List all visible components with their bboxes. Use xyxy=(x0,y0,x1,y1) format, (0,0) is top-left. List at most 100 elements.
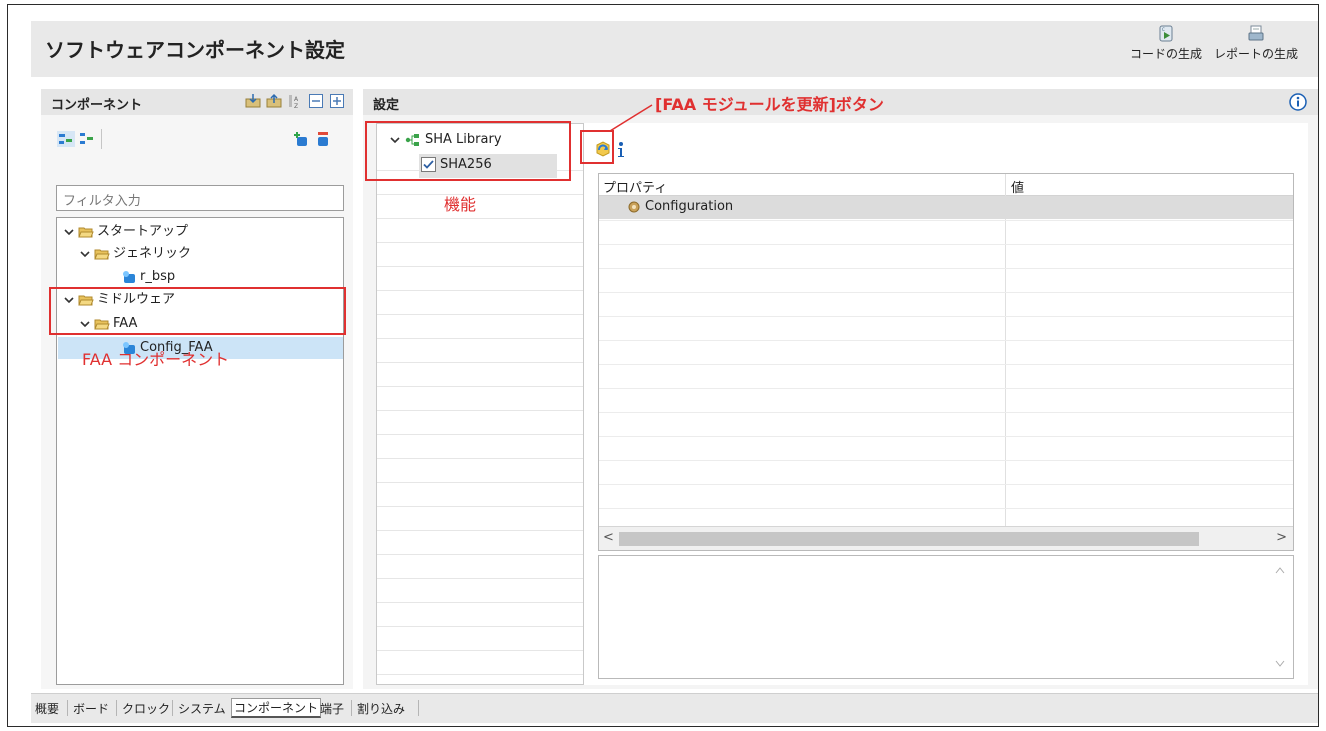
tab-divider xyxy=(67,700,68,716)
sort-icon[interactable]: AZ xyxy=(287,93,303,109)
row-divider xyxy=(377,218,583,219)
annotation-leader-line xyxy=(609,104,653,132)
property-name: Configuration xyxy=(645,199,734,214)
chevron-down-icon[interactable] xyxy=(63,226,75,238)
generate-report-button[interactable]: レポートの生成 xyxy=(1211,25,1301,62)
tab-component[interactable]: コンポーネント xyxy=(231,698,322,718)
row-divider xyxy=(599,292,1293,293)
generate-report-label: レポートの生成 xyxy=(1213,47,1298,61)
row-divider xyxy=(377,554,583,555)
row-divider xyxy=(599,364,1293,365)
generate-code-icon: C xyxy=(1159,25,1173,42)
scroll-right-icon[interactable]: > xyxy=(1276,530,1287,545)
svg-text:A: A xyxy=(294,96,299,103)
row-divider xyxy=(599,388,1293,389)
generate-code-label: コードの生成 xyxy=(1129,47,1202,61)
column-header-property: プロパティ xyxy=(603,181,668,196)
tab-divider xyxy=(351,700,352,716)
row-divider xyxy=(377,626,583,627)
generate-report-icon xyxy=(1248,25,1264,41)
scroll-left-icon[interactable]: < xyxy=(603,530,614,545)
faa-component-highlight xyxy=(49,287,346,335)
update-button-annotation: [FAA モジュールを更新]ボタン xyxy=(655,95,884,114)
generate-code-button[interactable]: C コードの生成 xyxy=(1126,25,1206,62)
column-header-value: 値 xyxy=(1011,181,1025,196)
scrollbar-thumb[interactable] xyxy=(619,532,1199,546)
row-divider xyxy=(377,338,583,339)
info-small-icon[interactable] xyxy=(615,141,627,159)
row-divider xyxy=(599,436,1293,437)
row-divider xyxy=(377,482,583,483)
tab-system[interactable]: システム xyxy=(178,700,226,717)
row-divider xyxy=(377,434,583,435)
row-divider xyxy=(377,242,583,243)
row-divider xyxy=(599,268,1293,269)
row-divider xyxy=(599,220,1293,221)
row-divider xyxy=(599,508,1293,509)
function-tree: SHA Library SHA256 xyxy=(376,123,584,685)
function-annotation: 機能 xyxy=(444,195,477,214)
folder-open-icon xyxy=(78,227,94,237)
export-icon[interactable] xyxy=(266,93,282,109)
scroll-up-icon[interactable] xyxy=(1275,566,1285,574)
horizontal-scrollbar[interactable]: < > xyxy=(599,526,1293,550)
folder-open-icon xyxy=(94,249,110,259)
tab-overview[interactable]: 概要 xyxy=(35,700,59,717)
remove-component-icon[interactable] xyxy=(315,131,331,147)
row-divider xyxy=(377,410,583,411)
row-divider xyxy=(377,506,583,507)
row-divider xyxy=(377,578,583,579)
gear-icon xyxy=(628,201,640,213)
tab-pins[interactable]: 端子 xyxy=(320,700,344,717)
tree-node-label: r_bsp xyxy=(140,269,176,284)
row-divider xyxy=(377,290,583,291)
components-body: フィルタ入力 スタートアップ ジェネリック r_bsp ミドルウェア FAA C… xyxy=(41,115,353,689)
components-toolbar: AZ xyxy=(245,93,345,109)
category-view-icon[interactable] xyxy=(79,131,95,147)
update-button-highlight xyxy=(580,130,614,164)
expand-all-icon[interactable] xyxy=(329,93,345,109)
faa-component-annotation: FAA コンポーネント xyxy=(82,350,230,369)
row-divider xyxy=(377,458,583,459)
tab-divider xyxy=(418,700,419,716)
svg-text:Z: Z xyxy=(294,103,298,109)
view-toolbar xyxy=(57,129,337,151)
info-icon[interactable] xyxy=(1289,93,1307,111)
scroll-down-icon[interactable] xyxy=(1275,660,1285,668)
property-table: プロパティ 値 Configuration < > xyxy=(598,173,1294,551)
row-divider xyxy=(377,314,583,315)
tree-node-r-bsp[interactable]: r_bsp xyxy=(121,266,175,288)
components-panel-header: コンポーネント AZ xyxy=(41,89,353,115)
chevron-down-icon[interactable] xyxy=(79,248,91,260)
row-divider xyxy=(377,362,583,363)
tree-node-label: スタートアップ xyxy=(97,224,189,239)
bottom-tab-bar: 概要 ボード クロック システム コンポーネント 端子 割り込み xyxy=(31,693,1318,723)
row-divider xyxy=(377,386,583,387)
tab-clock[interactable]: クロック xyxy=(122,700,170,717)
title-bar: ソフトウェアコンポーネント設定 C コードの生成 レポートの生成 xyxy=(31,21,1318,77)
type-view-icon[interactable] xyxy=(57,131,75,147)
svg-text:C: C xyxy=(1162,27,1165,32)
row-divider xyxy=(377,602,583,603)
components-panel: コンポーネント AZ フィルタ入力 スタートアップ ジェネリック r_bsp ミ… xyxy=(41,89,353,689)
component-icon xyxy=(123,271,135,283)
tree-node-startup[interactable]: スタートアップ xyxy=(63,221,188,243)
column-divider xyxy=(1005,174,1006,526)
property-area: プロパティ 値 Configuration < > xyxy=(584,123,1308,685)
tab-board[interactable]: ボード xyxy=(73,700,109,717)
settings-header-label: 設定 xyxy=(373,98,400,113)
tree-node-generic[interactable]: ジェネリック xyxy=(79,243,191,265)
import-icon[interactable] xyxy=(245,93,261,109)
row-divider xyxy=(599,460,1293,461)
tab-interrupts[interactable]: 割り込み xyxy=(357,700,405,717)
description-box xyxy=(598,555,1294,679)
row-divider xyxy=(599,244,1293,245)
collapse-all-icon[interactable] xyxy=(308,93,324,109)
table-row[interactable]: Configuration xyxy=(599,196,1293,219)
components-header-label: コンポーネント xyxy=(51,98,143,113)
row-divider xyxy=(599,340,1293,341)
row-divider xyxy=(377,650,583,651)
add-component-icon[interactable] xyxy=(293,131,309,147)
screenshot-frame: ソフトウェアコンポーネント設定 C コードの生成 レポートの生成 コンポーネント xyxy=(7,4,1319,727)
filter-input[interactable]: フィルタ入力 xyxy=(56,185,344,211)
